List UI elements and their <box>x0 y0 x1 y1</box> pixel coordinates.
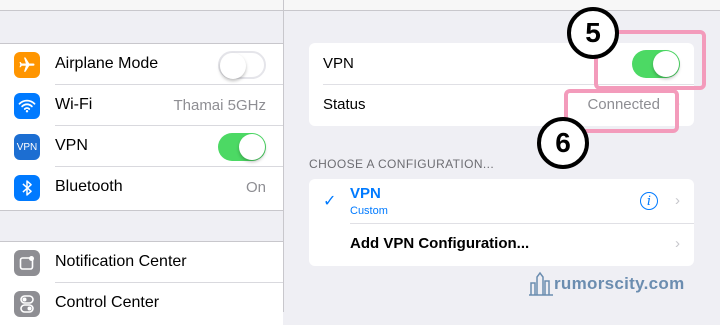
chevron-right-icon: › <box>675 235 680 252</box>
add-vpn-configuration-row[interactable]: Add VPN Configuration... › <box>309 223 694 266</box>
checkmark-icon: ✓ <box>323 193 337 210</box>
sidebar-item-control-center[interactable]: Control Center <box>0 283 283 324</box>
vpn-label: VPN <box>323 55 354 72</box>
sidebar-item-airplane-mode[interactable]: Airplane Mode <box>0 44 283 85</box>
watermark-text: rumorscity.com <box>554 274 685 293</box>
sidebar-item-notification-center[interactable]: Notification Center <box>0 242 283 283</box>
sidebar-item-label: VPN <box>55 137 88 154</box>
vpn-icon: VPN <box>14 134 40 160</box>
sidebar-group-centers: Notification Center Control Center <box>0 241 283 325</box>
step-6-badge: 6 <box>537 117 589 169</box>
wifi-icon <box>14 93 40 119</box>
sidebar-item-label: Airplane Mode <box>55 55 159 72</box>
sidebar-top-bar <box>0 0 283 11</box>
sidebar-vpn-toggle[interactable] <box>218 133 266 161</box>
add-vpn-configuration-label: Add VPN Configuration... <box>350 235 530 252</box>
sidebar-item-vpn[interactable]: VPN VPN <box>0 126 283 167</box>
wifi-network-name: Thamai 5GHz <box>173 97 266 114</box>
toggle-knob <box>220 53 246 79</box>
config-subtitle: Custom <box>350 205 388 217</box>
notification-center-icon <box>14 250 40 276</box>
airplane-icon <box>14 52 40 78</box>
sidebar-item-label: Notification Center <box>55 253 187 270</box>
control-center-icon <box>14 291 40 317</box>
sidebar-item-label: Wi-Fi <box>55 96 93 113</box>
sidebar-group-connectivity: Airplane Mode Wi-Fi Thamai 5GHz VPN VPN … <box>0 43 283 211</box>
sidebar-item-label: Bluetooth <box>55 178 123 195</box>
bluetooth-icon <box>14 175 40 201</box>
configuration-list: ✓ VPN Custom i › Add VPN Configuration..… <box>309 179 694 266</box>
config-name: VPN <box>350 185 381 202</box>
section-header: CHOOSE A CONFIGURATION... <box>309 157 495 171</box>
info-icon[interactable]: i <box>640 192 658 210</box>
sidebar-item-wifi[interactable]: Wi-Fi Thamai 5GHz <box>0 85 283 126</box>
step-5-badge: 5 <box>567 7 619 59</box>
sidebar-item-label: Control Center <box>55 294 160 311</box>
status-label: Status <box>323 96 366 113</box>
airplane-mode-toggle[interactable] <box>218 51 266 79</box>
chevron-right-icon: › <box>675 192 680 209</box>
toggle-knob <box>239 134 265 160</box>
city-logo-icon <box>529 271 553 296</box>
bluetooth-status: On <box>245 179 266 196</box>
config-row-vpn[interactable]: ✓ VPN Custom i › <box>309 179 694 223</box>
detail-top-bar <box>284 0 720 11</box>
sidebar-item-bluetooth[interactable]: Bluetooth On <box>0 167 283 208</box>
watermark: rumorscity.com <box>528 271 684 297</box>
